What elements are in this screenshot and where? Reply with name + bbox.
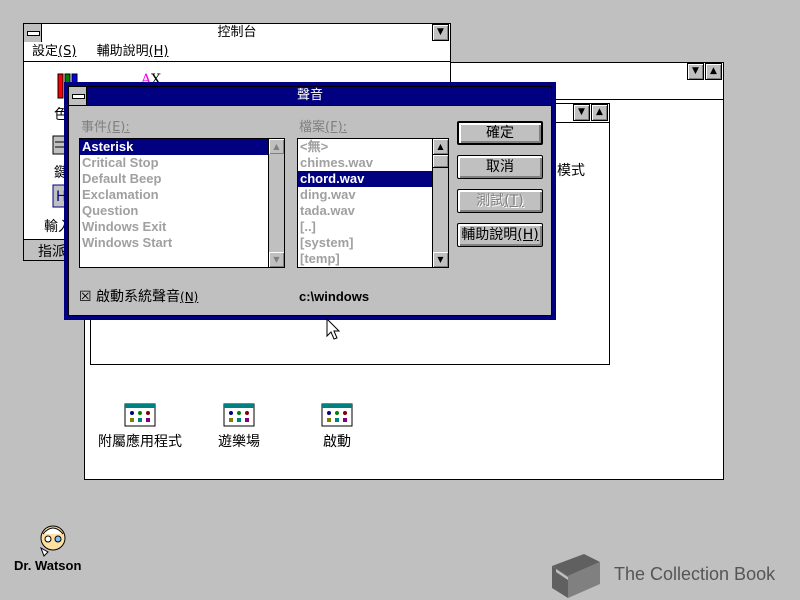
program-group-label: 附屬應用程式 [98,434,182,450]
program-group-icon [124,403,156,427]
program-group-icon [223,403,255,427]
current-path: c:\windows [299,289,370,304]
program-group-games[interactable]: 遊樂場 [209,401,269,451]
sound-dialog-frame: 聲音 事件(E): Asterisk Critical Stop Default B… [68,86,552,316]
file-list-item[interactable]: ding.wav [298,187,432,203]
cancel-button[interactable]: 取消 [457,155,543,179]
file-list-item[interactable]: [..] [298,219,432,235]
program-group-accessories[interactable]: 附屬應用程式 [90,401,200,451]
files-scrollbar[interactable]: ▲ ▼ [432,139,448,267]
file-list-item[interactable]: <無> [298,139,432,155]
program-group-icon [321,403,353,427]
scroll-thumb[interactable] [433,154,448,168]
help-button[interactable]: 輔助說明(H) [457,223,543,247]
event-list-item[interactable]: Exclamation [80,187,268,203]
events-list: Asterisk Critical Stop Default Beep Exclama… [80,139,268,251]
scroll-up-arrow-icon[interactable]: ▲ [433,139,448,154]
event-list-item[interactable]: Critical Stop [80,155,268,171]
dr-watson-desktop-icon[interactable]: Dr. Watson [8,520,98,580]
ok-button[interactable]: 確定 [457,121,543,145]
group-maximize-button[interactable]: ▲ [591,104,608,121]
events-scrollbar[interactable]: ▲ ▼ [268,139,284,267]
sound-dialog-titlebar: 聲音 [69,87,551,106]
events-label: 事件(E): [81,120,130,135]
event-list-item[interactable]: Asterisk [80,139,268,155]
file-list-item[interactable]: tada.wav [298,203,432,219]
minimize-button[interactable]: ▼ [432,24,449,41]
scroll-up-arrow-icon[interactable]: ▲ [269,139,284,154]
sound-dialog-body: 事件(E): Asterisk Critical Stop Default Beep… [69,106,551,315]
minimize-button[interactable]: ▼ [687,63,704,80]
scroll-down-arrow-icon[interactable]: ▼ [433,252,448,267]
control-panel-menubar: 設定(S) 輔助說明(H) [24,42,450,62]
dr-watson-label: Dr. Watson [14,558,82,573]
system-menu-button[interactable] [69,87,87,105]
event-list-item[interactable]: Question [80,203,268,219]
watermark: The Collection Book [548,550,798,600]
group-minimize-button[interactable]: ▼ [573,104,590,121]
system-menu-button[interactable] [24,24,42,42]
dr-watson-icon [40,525,66,557]
checkbox-label: 啟動系統聲音 [96,289,181,305]
file-list-item[interactable]: chimes.wav [298,155,432,171]
event-list-item[interactable]: Windows Start [80,235,268,251]
maximize-button[interactable]: ▲ [705,63,722,80]
enable-system-sounds-checkbox[interactable]: ☒ 啟動系統聲音(N) [79,286,198,306]
partial-label-mode: 模式 [557,163,585,179]
program-group-startup[interactable]: 啟動 [307,401,367,451]
status-text: 指派 [38,244,66,260]
sound-dialog: 聲音 事件(E): Asterisk Critical Stop Default B… [64,82,556,320]
files-label: 檔案(F): [299,120,348,135]
program-group-label: 遊樂場 [218,434,260,450]
event-list-item[interactable]: Windows Exit [80,219,268,235]
dialog-title: 聲音 [296,88,323,103]
book-icon [552,554,600,598]
window-title: 控制台 [217,25,257,40]
events-listbox[interactable]: Asterisk Critical Stop Default Beep Exclama… [79,138,285,268]
file-list-item[interactable]: chord.wav [298,171,432,187]
checkbox-checked-icon: ☒ [79,289,92,305]
control-panel-titlebar: 控制台 [24,24,450,43]
watermark-text: The Collection Book [614,564,776,584]
menu-settings[interactable]: 設定(S) [24,42,84,61]
file-list-item[interactable]: [system] [298,235,432,251]
event-list-item[interactable]: Default Beep [80,171,268,187]
file-list-item[interactable]: [temp] [298,251,432,267]
program-group-label: 啟動 [323,434,351,450]
test-button[interactable]: 測試(T) [457,189,543,213]
mouse-pointer-icon [326,318,341,340]
scroll-down-arrow-icon[interactable]: ▼ [269,252,284,267]
files-listbox[interactable]: <無> chimes.wav chord.wav ding.wav tada.wav [.… [297,138,449,268]
menu-help[interactable]: 輔助說明(H) [89,42,177,61]
files-list: <無> chimes.wav chord.wav ding.wav tada.wav [.… [298,139,432,267]
